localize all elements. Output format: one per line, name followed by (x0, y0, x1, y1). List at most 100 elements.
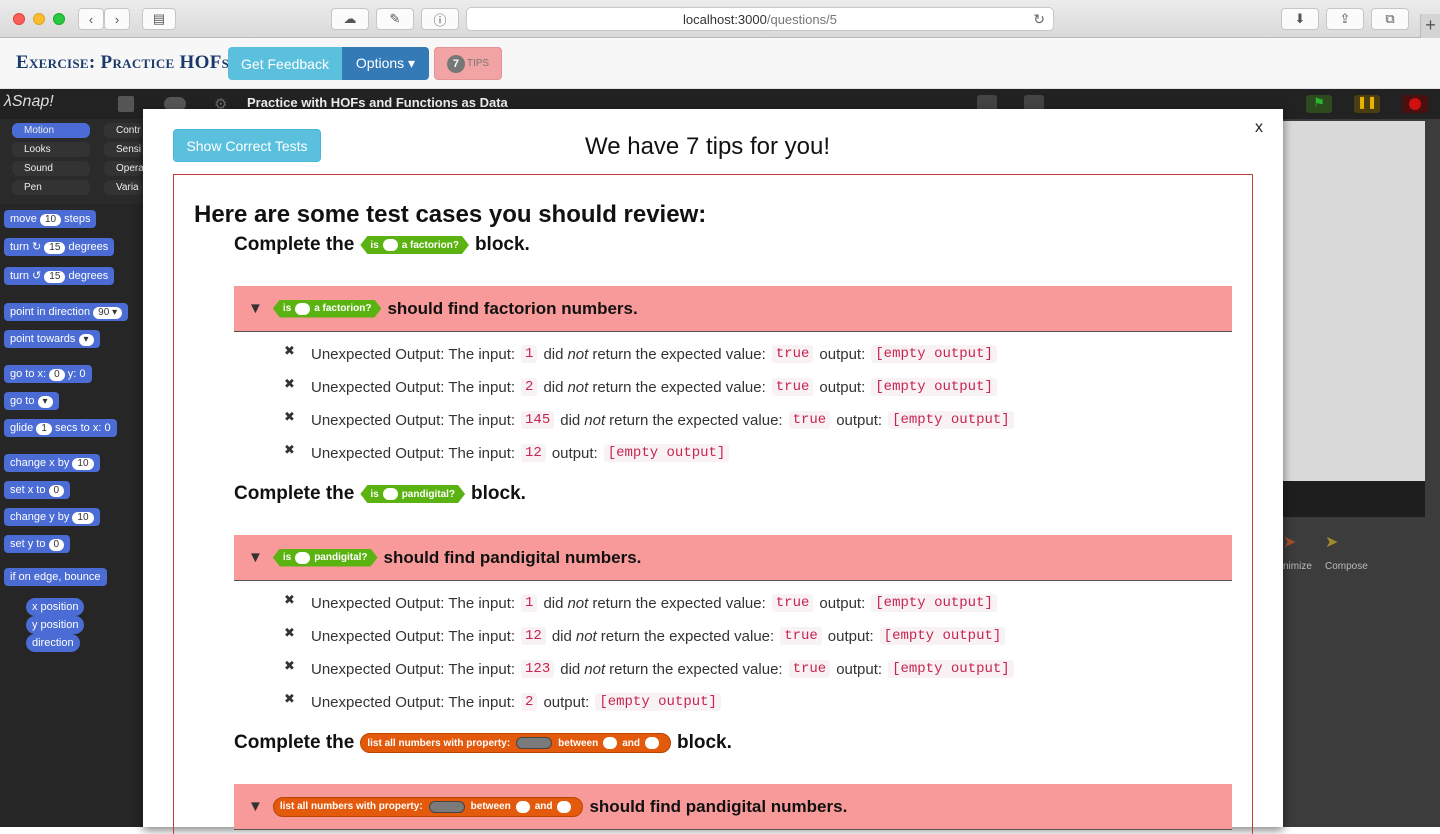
block-is-label: is (370, 488, 379, 500)
tabs-button[interactable]: ⧉ (1371, 8, 1409, 30)
test-description: should find pandigital numbers. (589, 796, 848, 816)
input-slot (557, 800, 572, 813)
cloud-icon: ☁ (343, 11, 357, 26)
output-value: [empty output] (888, 411, 1014, 429)
block-go-to-xy[interactable]: go to x: 0 y: 0 (4, 365, 92, 383)
share-button[interactable]: ⇪ (1326, 8, 1364, 30)
category-looks[interactable]: Looks (12, 142, 90, 157)
block-change-x[interactable]: change x by 10 (4, 454, 100, 472)
category-motion[interactable]: Motion (12, 123, 90, 138)
category-control[interactable]: Contr (104, 123, 143, 138)
close-window-button[interactable] (13, 13, 25, 25)
downloads-button[interactable]: ⬇ (1281, 8, 1319, 30)
fail-x-icon: ✖ (284, 691, 295, 706)
notes-button[interactable]: ✎ (376, 8, 414, 30)
category-sound[interactable]: Sound (12, 161, 90, 176)
row-not: not (584, 411, 606, 429)
block-point-direction[interactable]: point in direction 90 ▾ (4, 303, 129, 321)
output-value: [empty output] (595, 693, 721, 711)
row-did: did (560, 660, 581, 678)
row-output-label: output: (836, 411, 883, 429)
row-prefix: Unexpected Output: The input: (311, 693, 516, 711)
pandigital-block: is pandigital? (360, 485, 465, 503)
url-path: /questions/5 (766, 11, 837, 27)
tips-button[interactable]: 7 TIPS (434, 47, 502, 80)
collapse-triangle-icon[interactable]: ▼ (248, 798, 263, 815)
output-value: [empty output] (871, 594, 997, 612)
row-did: did (543, 594, 564, 612)
fail-x-icon: ✖ (284, 625, 295, 640)
zoom-window-button[interactable] (53, 13, 65, 25)
test-result-row: ✖ Unexpected Output: The input: 1 did not ret… (284, 342, 1003, 366)
row-returned: return the expected value: (592, 594, 766, 612)
reporter-y-position[interactable]: y position (26, 616, 85, 634)
reporter-direction[interactable]: direction (26, 634, 80, 652)
collapse-triangle-icon[interactable]: ▼ (248, 300, 263, 317)
list-numbers-block: list all numbers with property: between an… (272, 796, 584, 817)
fail-x-icon: ✖ (284, 409, 295, 424)
show-correct-tests-button[interactable]: Show Correct Tests (173, 129, 321, 162)
sidebar-button[interactable]: ▤ (142, 8, 176, 30)
block-bounce[interactable]: if on edge, bounce (4, 568, 107, 586)
category-sensing[interactable]: Sensi (104, 142, 143, 157)
download-icon: ⬇ (1294, 11, 1306, 26)
address-bar[interactable]: localhost:3000/questions/5 ↻ (466, 7, 1054, 31)
green-flag-icon[interactable]: ⚑ (1306, 95, 1332, 113)
chevron-left-icon: ‹ (88, 11, 94, 27)
block-set-y[interactable]: set y to 0 (4, 535, 71, 553)
row-returned: return the expected value: (609, 411, 783, 429)
modal-close-button[interactable]: x (1255, 119, 1263, 137)
options-dropdown[interactable]: Options ▾ (342, 47, 429, 80)
reload-icon[interactable]: ↻ (1033, 11, 1045, 28)
complete-list-heading: Complete the list all numbers with prope… (234, 732, 732, 754)
output-value: [empty output] (879, 627, 1006, 645)
output-value: [empty output] (603, 444, 730, 462)
test-panel-pandigital[interactable]: ▼ is pandigital? should find pandigital n… (234, 535, 1232, 581)
collapse-triangle-icon[interactable]: ▼ (248, 549, 263, 566)
reporter-x-position[interactable]: x position (26, 598, 85, 616)
stage[interactable] (1283, 121, 1425, 481)
row-output-label: output: (551, 444, 598, 462)
fail-x-icon: ✖ (284, 658, 295, 673)
get-feedback-button[interactable]: Get Feedback (228, 47, 342, 80)
new-tab-button[interactable]: + (1420, 14, 1440, 38)
row-prefix: Unexpected Output: The input: (311, 594, 516, 612)
expected-value: true (788, 660, 831, 678)
block-turn-cw[interactable]: turn ↻ 15 degrees (4, 238, 115, 256)
row-not: not (584, 660, 606, 678)
block-turn-ccw[interactable]: turn ↺ 15 degrees (4, 267, 115, 285)
minimize-window-button[interactable] (33, 13, 45, 25)
minimize-arrow-icon[interactable]: ➤ (1283, 532, 1296, 552)
category-pen[interactable]: Pen (12, 180, 90, 195)
category-operators[interactable]: Opera (104, 161, 144, 176)
block-change-y[interactable]: change y by 10 (4, 508, 100, 526)
input-slot (383, 488, 398, 500)
pencil-icon: ✎ (389, 11, 401, 26)
file-menu-icon[interactable] (118, 96, 134, 112)
fail-x-icon: ✖ (284, 592, 295, 607)
block-go-to[interactable]: go to ▾ (4, 392, 59, 410)
factorion-block: is a factorion? (360, 236, 469, 254)
snap-logo: λSnap! (4, 93, 54, 110)
block-move[interactable]: move 10 steps (4, 210, 97, 228)
row-not: not (567, 378, 589, 396)
block-set-x[interactable]: set x to 0 (4, 481, 71, 499)
row-prefix: Unexpected Output: The input: (311, 411, 516, 429)
compose-arrow-icon[interactable]: ➤ (1325, 532, 1338, 552)
privacy-button[interactable]: ⓘ (421, 8, 459, 30)
row-did: did (551, 627, 572, 645)
cloud-button[interactable]: ☁ (331, 8, 369, 30)
test-panel-list[interactable]: ▼ list all numbers with property: between… (234, 784, 1232, 830)
output-value: [empty output] (871, 378, 997, 396)
project-title: Practice with HOFs and Functions as Data (247, 95, 508, 110)
back-button[interactable]: ‹ (78, 8, 104, 30)
block-point-towards[interactable]: point towards ▾ (4, 330, 100, 348)
forward-button[interactable]: › (104, 8, 130, 30)
stop-icon[interactable] (1402, 95, 1428, 113)
block-glide[interactable]: glide 1 secs to x: 0 (4, 419, 117, 437)
block-and-label: and (622, 737, 640, 749)
pause-icon[interactable]: ❚❚ (1354, 95, 1380, 113)
test-panel-factorion[interactable]: ▼ is a factorion? should find factorion n… (234, 286, 1232, 332)
category-variables[interactable]: Varia (104, 180, 143, 195)
chevron-right-icon: › (114, 11, 120, 27)
